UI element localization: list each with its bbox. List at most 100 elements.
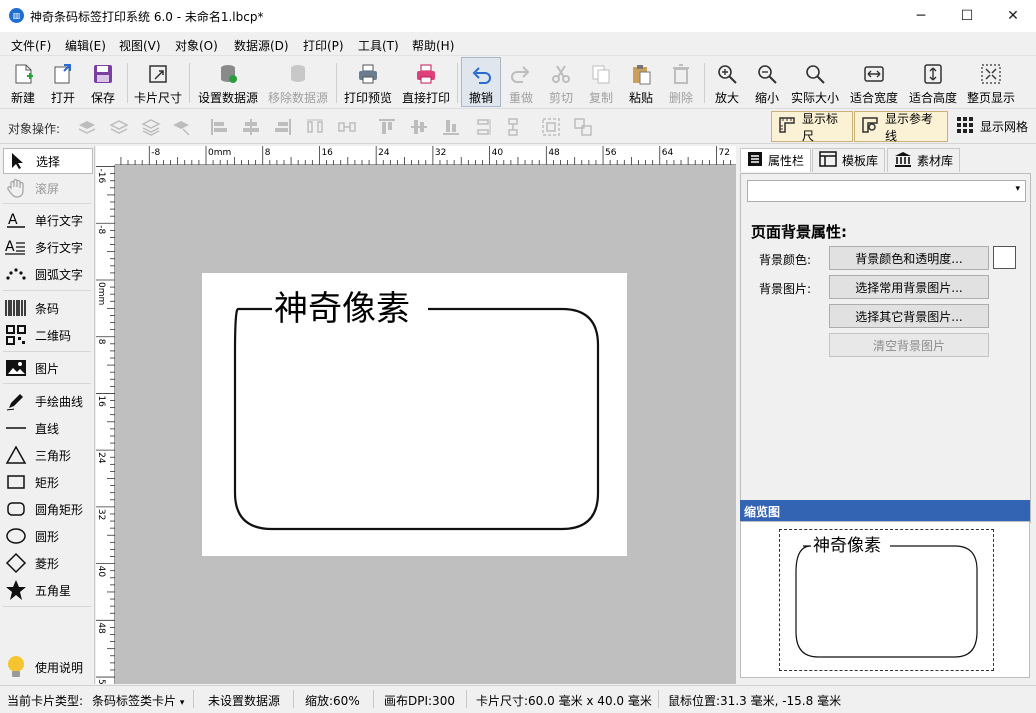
distribute-center-icon[interactable]	[336, 116, 358, 138]
distribute-vertical-icon[interactable]	[472, 116, 494, 138]
cut-button[interactable]: 剪切	[544, 57, 578, 107]
ruler-label: 8	[96, 339, 106, 345]
show-guides-toggle[interactable]: 显示参考线	[854, 111, 948, 143]
menu-datasource[interactable]: 数据源(D)	[234, 37, 289, 54]
bg-color-swatch[interactable]	[993, 246, 1016, 269]
new-button[interactable]: 新建	[6, 57, 40, 107]
new-label: 新建	[10, 91, 35, 105]
main-toolbar: 新建 打开 保存 卡片尺寸 设置数据源 移除数据源 打印预览 直接打印 撤销 重…	[0, 57, 1036, 109]
open-button[interactable]: 打开	[46, 57, 80, 107]
ungroup-icon[interactable]	[572, 116, 594, 138]
status-separator	[293, 690, 294, 708]
tool-ellipse[interactable]: 圆形	[3, 523, 93, 549]
align-top-icon[interactable]	[376, 116, 398, 138]
tool-rounded-rectangle[interactable]: 圆角矩形	[3, 496, 93, 522]
fit-page-label: 整页显示	[966, 91, 1015, 105]
distribute-horizontal-icon[interactable]	[304, 116, 326, 138]
rounded-frame-shape[interactable]	[202, 273, 627, 556]
stack-vertical-icon[interactable]	[502, 116, 524, 138]
bg-clear-image-button[interactable]: 清空背景图片	[829, 333, 989, 357]
tool-select[interactable]: 选择	[3, 148, 93, 174]
tool-multi-line-text[interactable]: A 多行文字	[3, 234, 93, 260]
copy-button[interactable]: 复制	[584, 57, 618, 107]
fit-width-button[interactable]: 适合宽度	[847, 57, 901, 107]
bg-color-button[interactable]: 背景颜色和透明度...	[829, 246, 989, 270]
tool-rectangle[interactable]: 矩形	[3, 469, 93, 495]
close-button[interactable]: ✕	[990, 0, 1036, 32]
save-button[interactable]: 保存	[86, 57, 120, 107]
menu-view[interactable]: 视图(V)	[119, 37, 161, 54]
chevron-down-icon: ▾	[1015, 184, 1020, 194]
send-to-back-icon[interactable]	[108, 116, 130, 138]
show-grid-toggle[interactable]: 显示网格	[950, 111, 1034, 142]
tool-star-label: 五角星	[35, 583, 72, 598]
menu-help[interactable]: 帮助(H)	[412, 37, 454, 54]
tool-single-line-text[interactable]: A 单行文字	[3, 207, 93, 233]
toolbar-separator	[457, 63, 458, 103]
paste-button[interactable]: 粘贴	[624, 57, 658, 107]
card-title-text[interactable]: 神奇像素	[274, 289, 410, 329]
fit-page-icon	[978, 61, 1004, 87]
open-icon	[50, 61, 76, 87]
tab-properties[interactable]: 属性栏	[740, 148, 812, 172]
undo-button[interactable]: 撤销	[461, 57, 501, 107]
tool-help[interactable]: 使用说明	[3, 654, 93, 680]
tool-barcode[interactable]: 条码	[3, 295, 93, 321]
tab-templates[interactable]: 模板库	[812, 148, 886, 172]
maximize-button[interactable]: ☐	[944, 0, 990, 32]
toolbar-separator	[189, 63, 190, 103]
zoom-out-button[interactable]: 缩小	[750, 57, 784, 107]
zoom-in-button[interactable]: 放大	[710, 57, 744, 107]
bg-common-image-button[interactable]: 选择常用背景图片...	[829, 275, 989, 299]
tool-diamond[interactable]: 菱形	[3, 550, 93, 576]
direct-print-button[interactable]: 直接打印	[400, 57, 452, 107]
tool-image[interactable]: 图片	[3, 355, 93, 381]
thumbnail-preview[interactable]: 神奇像素	[740, 521, 1030, 678]
print-preview-button[interactable]: 打印预览	[342, 57, 394, 107]
card-type-dropdown[interactable]: 条码标签类卡片 ▾	[92, 692, 184, 709]
fit-page-button[interactable]: 整页显示	[964, 57, 1018, 107]
align-middle-icon[interactable]	[408, 116, 430, 138]
align-bottom-icon[interactable]	[440, 116, 462, 138]
menu-print[interactable]: 打印(P)	[303, 37, 344, 54]
tool-freehand[interactable]: 手绘曲线	[3, 388, 93, 414]
show-ruler-toggle[interactable]: 显示标尺	[771, 111, 853, 143]
align-center-icon[interactable]	[240, 116, 262, 138]
delete-button[interactable]: 删除	[664, 57, 698, 107]
align-right-icon[interactable]	[272, 116, 294, 138]
arc-text-icon	[3, 266, 29, 282]
actual-size-button[interactable]: 实际大小	[789, 57, 841, 107]
menu-object[interactable]: 对象(O)	[175, 37, 218, 54]
card-size-button[interactable]: 卡片尺寸	[132, 57, 184, 107]
align-left-icon[interactable]	[208, 116, 230, 138]
tool-qrcode[interactable]: 二维码	[3, 322, 93, 348]
fit-height-button[interactable]: 适合高度	[906, 57, 960, 107]
menu-tools[interactable]: 工具(T)	[358, 37, 399, 54]
undo-icon	[468, 62, 494, 87]
ruler-label: 16	[96, 395, 106, 407]
tool-triangle[interactable]: 三角形	[3, 442, 93, 468]
tool-line[interactable]: 直线	[3, 415, 93, 441]
label-card[interactable]: 神奇像素	[202, 273, 627, 556]
ruler-label: 24	[378, 148, 390, 158]
card-size-icon	[145, 61, 171, 87]
group-icon[interactable]	[540, 116, 562, 138]
tool-arc-text[interactable]: 圆弧文字	[3, 261, 93, 287]
tab-assets[interactable]: 素材库	[887, 148, 961, 172]
menu-file[interactable]: 文件(F)	[11, 37, 51, 54]
set-datasource-button[interactable]: 设置数据源	[196, 57, 260, 107]
menu-edit[interactable]: 编辑(E)	[65, 37, 106, 54]
minimize-button[interactable]: ─	[898, 0, 944, 32]
remove-datasource-button[interactable]: 移除数据源	[266, 57, 330, 107]
bring-forward-icon[interactable]	[140, 116, 162, 138]
redo-button[interactable]: 重做	[504, 57, 538, 107]
tool-star[interactable]: 五角星	[3, 577, 93, 603]
remove-database-icon	[285, 61, 311, 87]
ellipse-icon	[3, 527, 29, 545]
bg-other-image-button[interactable]: 选择其它背景图片...	[829, 304, 989, 328]
tool-scroll[interactable]: 滚屏	[3, 175, 93, 201]
bring-to-front-icon[interactable]	[76, 116, 98, 138]
object-select-combo[interactable]: ▾	[747, 180, 1026, 202]
send-backward-icon[interactable]	[170, 116, 192, 138]
diamond-icon	[3, 552, 29, 574]
